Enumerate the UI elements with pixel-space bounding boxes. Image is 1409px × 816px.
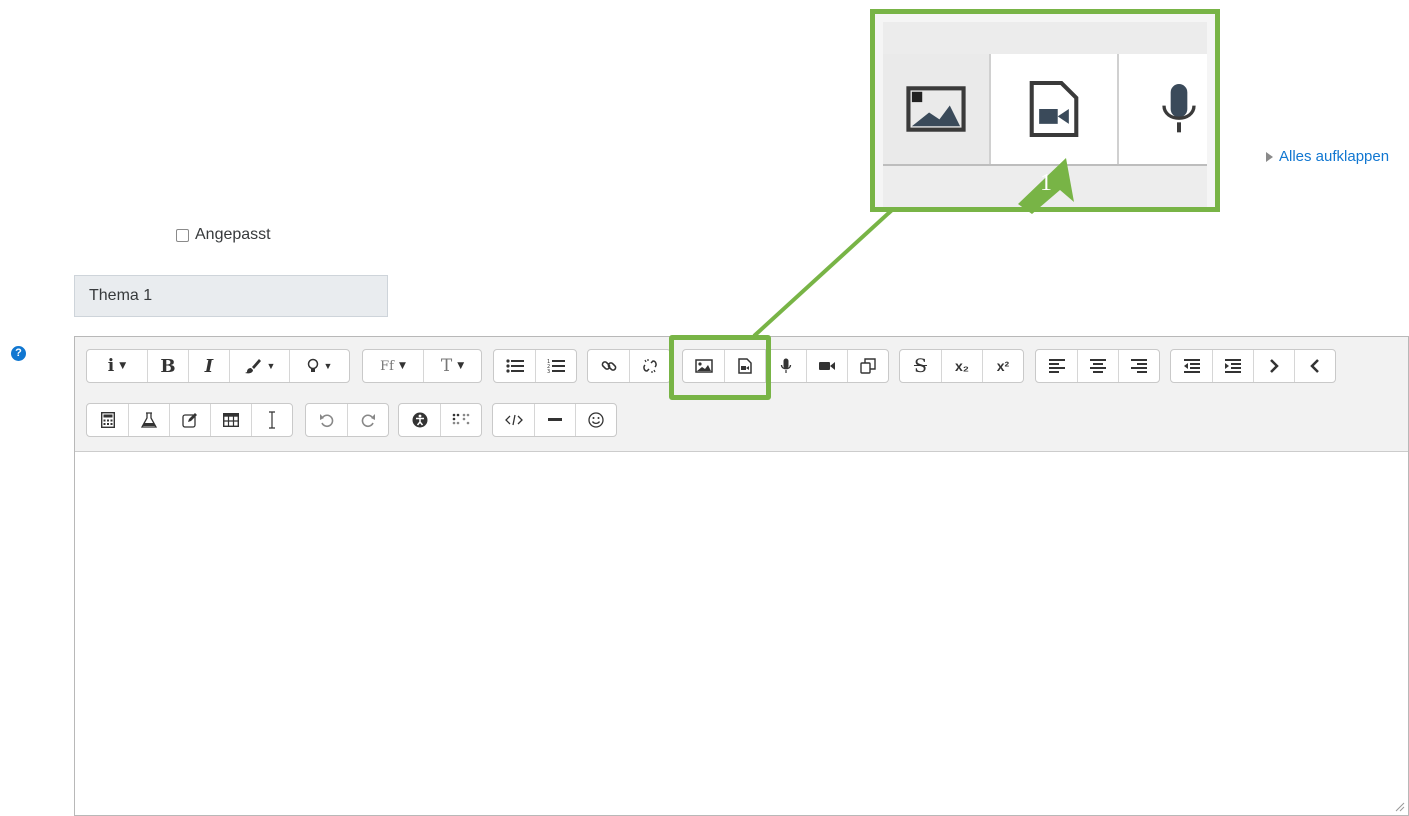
microphone-icon [1162, 84, 1196, 133]
callout-icon-strip [883, 54, 1207, 166]
media-file-icon [1029, 80, 1079, 138]
image-icon [906, 86, 966, 132]
callout-number-badge: 1 [1018, 158, 1074, 214]
callout-media-cell [991, 54, 1119, 164]
callout-audio-cell [1119, 54, 1207, 164]
badge-number: 1 [1040, 170, 1052, 196]
callout-image-cell [883, 54, 991, 164]
